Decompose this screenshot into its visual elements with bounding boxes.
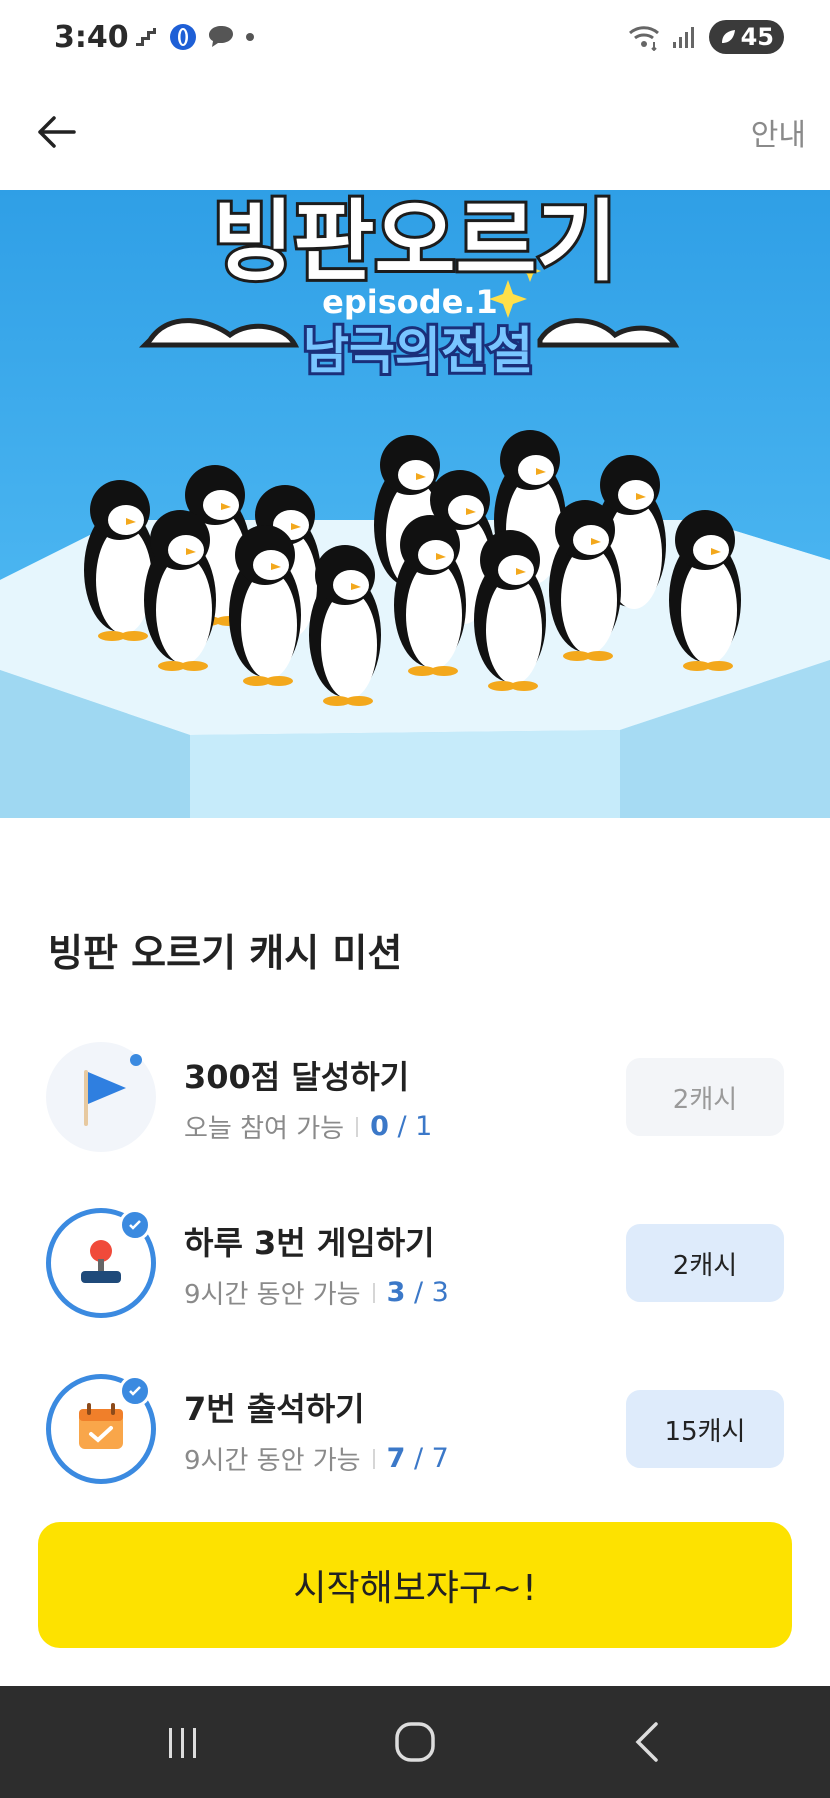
banner-illustration: 빙판오르기 episode.1 남극의전설 (0, 190, 830, 818)
mission-progress: 0 / 1 (370, 1111, 433, 1142)
mission-condition: 9시간 동안 가능 (184, 1446, 361, 1476)
status-time: 3:40 (54, 20, 129, 55)
divider (356, 1116, 359, 1137)
mission-condition: 9시간 동안 가능 (184, 1280, 361, 1310)
opera-icon (170, 24, 196, 50)
mission-icon (46, 1208, 156, 1318)
divider (372, 1448, 375, 1469)
leaf-icon (721, 30, 735, 43)
mission-subtitle: 9시간 동안 가능 3 / 3 (184, 1274, 449, 1311)
stairs-icon (136, 28, 156, 46)
check-badge-icon (119, 1209, 151, 1241)
banner-title: 빙판오르기 (213, 190, 618, 293)
progress-total: 3 (431, 1277, 449, 1308)
mission-item[interactable]: 300점 달성하기 오늘 참여 가능 0 / 1 2캐시 (0, 1042, 830, 1162)
home-button[interactable] (360, 1686, 470, 1798)
reward-button[interactable]: 15캐시 (626, 1390, 784, 1468)
chat-bubble-icon (209, 26, 233, 47)
battery-level: 45 (740, 23, 774, 51)
progress-total: 1 (415, 1111, 433, 1142)
mission-section-title: 빙판 오르기 캐시 미션 (48, 931, 403, 975)
mission-icon (46, 1374, 156, 1484)
progress-current: 7 (386, 1443, 406, 1474)
banner-episode: episode.1 (322, 283, 498, 321)
system-icons: 45 (627, 20, 784, 54)
app-bar: 안내 (0, 80, 830, 190)
battery-indicator: 45 (708, 20, 784, 54)
mission-subtitle: 오늘 참여 가능 0 / 1 (184, 1108, 432, 1145)
wifi-icon (628, 26, 659, 51)
progress-total: 7 (431, 1443, 449, 1474)
mission-item[interactable]: 하루 3번 게임하기 9시간 동안 가능 3 / 3 2캐시 (0, 1208, 830, 1328)
signal-icon (672, 27, 694, 48)
status-bar: 3:40 45 (0, 0, 830, 80)
reward-button[interactable]: 2캐시 (626, 1058, 784, 1136)
progress-current: 0 (370, 1111, 389, 1142)
game-banner: 빙판오르기 episode.1 남극의전설 (0, 190, 830, 818)
mission-progress: 3 / 3 (386, 1277, 449, 1308)
reward-button[interactable]: 2캐시 (626, 1224, 784, 1302)
check-badge-icon (119, 1375, 151, 1407)
mission-item[interactable]: 7번 출석하기 9시간 동안 가능 7 / 7 15캐시 (0, 1374, 830, 1494)
dot-icon (246, 33, 254, 41)
banner-subtitle: 남극의전설 (303, 322, 533, 380)
back-nav-button[interactable] (592, 1686, 702, 1798)
recent-apps-icon (169, 1728, 196, 1758)
mission-subtitle: 9시간 동안 가능 7 / 7 (184, 1440, 449, 1477)
divider (372, 1282, 375, 1303)
mission-condition: 오늘 참여 가능 (184, 1114, 345, 1144)
notification-icons (134, 22, 256, 52)
mission-title: 7번 출석하기 (184, 1390, 365, 1428)
home-icon (395, 1722, 435, 1762)
guide-button[interactable]: 안내 (751, 110, 806, 154)
progress-current: 3 (386, 1277, 406, 1308)
recent-apps-button[interactable] (128, 1686, 238, 1798)
back-button[interactable] (30, 106, 82, 158)
new-dot-indicator (130, 1054, 142, 1066)
mission-title: 300점 달성하기 (184, 1058, 410, 1096)
mission-title: 하루 3번 게임하기 (184, 1224, 435, 1262)
mission-progress: 7 / 7 (386, 1443, 449, 1474)
chevron-left-icon (635, 1722, 658, 1762)
start-game-button[interactable]: 시작해보쟈구~! (38, 1522, 792, 1648)
system-nav-bar (0, 1686, 830, 1798)
arrow-left-icon (38, 116, 76, 148)
mission-icon (46, 1042, 156, 1152)
